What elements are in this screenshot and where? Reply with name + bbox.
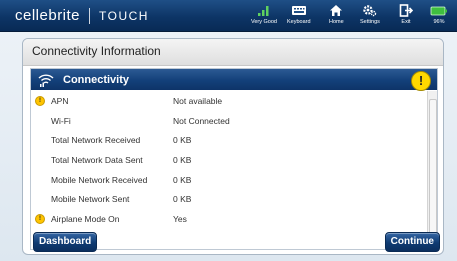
section-header: Connectivity ! (31, 69, 437, 91)
row-value: Not available (173, 95, 223, 106)
exit-label: Exit (401, 19, 411, 25)
row-label: Wi-Fi (51, 115, 71, 126)
info-row: Total Network Data Sent 0 KB (31, 150, 427, 170)
row-status: ! (31, 213, 49, 224)
brand-name: cellebrite (15, 7, 81, 24)
exit-icon (399, 4, 413, 17)
row-label: Total Network Received (51, 135, 141, 146)
row-label: APN (51, 95, 69, 106)
connectivity-section: Connectivity ! ! APN Not available Wi-Fi Not… (30, 68, 438, 250)
row-status: ! (31, 95, 49, 106)
settings-label: Settings (360, 19, 380, 25)
exit-button[interactable]: Exit (399, 4, 413, 25)
signal-label: Very Good (251, 19, 277, 25)
brand-product: TOUCH (99, 8, 149, 23)
row-value: 0 KB (173, 154, 192, 165)
row-value: 0 KB (173, 135, 192, 146)
keyboard-icon (291, 6, 306, 15)
row-label: Mobile Network Received (51, 174, 148, 185)
info-row: Mobile Network Received 0 KB (31, 170, 427, 190)
wifi-icon (38, 73, 54, 87)
signal-icon (258, 6, 269, 16)
panel-title: Connectivity Information (23, 39, 443, 66)
connectivity-panel: Connectivity Information Connectivity ! … (22, 38, 444, 255)
row-label: Total Network Data Sent (51, 154, 143, 165)
settings-button[interactable]: Settings (360, 4, 380, 25)
scroll-thumb[interactable] (429, 99, 437, 239)
home-label: Home (329, 19, 344, 25)
home-button[interactable]: Home (329, 4, 344, 25)
row-value: Not Connected (173, 115, 230, 126)
continue-button[interactable]: Continue (384, 232, 440, 252)
keyboard-button[interactable]: Keyboard (287, 4, 311, 25)
info-row: Mobile Network Sent 0 KB (31, 189, 427, 209)
section-title: Connectivity (63, 73, 130, 86)
battery-indicator: 96% (430, 4, 448, 25)
warning-icon: ! (35, 213, 45, 224)
info-row: Wi-Fi Not Connected (31, 111, 427, 131)
scrollbar[interactable]: ▼ (427, 91, 437, 247)
row-label: Airplane Mode On (51, 213, 120, 224)
warning-icon: ! (35, 95, 45, 106)
keyboard-label: Keyboard (287, 19, 311, 25)
battery-label: 96% (433, 19, 445, 25)
device-screen: cellebrite TOUCH Very Good Keyboard Home… (0, 0, 457, 261)
signal-indicator: Very Good (251, 4, 277, 25)
dashboard-button[interactable]: Dashboard (33, 232, 98, 252)
info-row: Total Network Received 0 KB (31, 130, 427, 150)
gear-icon (363, 5, 377, 17)
battery-icon (430, 6, 447, 16)
row-label: Mobile Network Sent (51, 194, 130, 205)
home-icon (330, 5, 343, 16)
top-bar: cellebrite TOUCH Very Good Keyboard Home… (0, 0, 457, 32)
info-row: ! Airplane Mode On Yes (31, 209, 427, 229)
info-list: ! APN Not available Wi-Fi Not Connected Total… (31, 91, 427, 247)
row-value: 0 KB (173, 174, 192, 185)
brand-logo: cellebrite TOUCH (15, 7, 149, 24)
warning-icon: ! (411, 71, 431, 91)
info-row: ! APN Not available (31, 91, 427, 111)
brand-separator (89, 7, 91, 24)
row-value: 0 KB (173, 194, 192, 205)
row-value: Yes (173, 213, 187, 224)
